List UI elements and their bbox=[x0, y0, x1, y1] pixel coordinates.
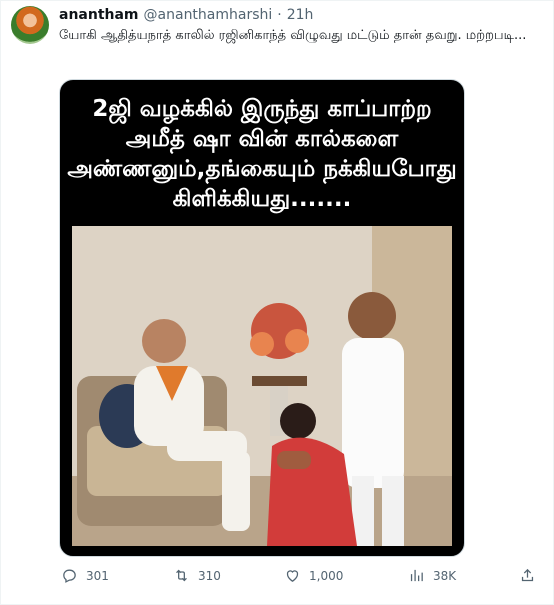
tweet-media[interactable]: 2ஜி வழக்கில் இருந்து காப்பாற்ற அமீத் ஷா … bbox=[59, 79, 465, 557]
views-button[interactable]: 38K bbox=[408, 567, 456, 584]
share-icon bbox=[521, 568, 534, 582]
retweet-icon bbox=[176, 569, 187, 582]
tweet-text: யோகி ஆதித்யநாத் காலில் ரஜினிகாந்த் விழுவ… bbox=[59, 28, 527, 43]
views-icon bbox=[410, 569, 423, 582]
tweet-timestamp[interactable]: 21h bbox=[287, 7, 314, 23]
image-caption: 2ஜி வழக்கில் இருந்து காப்பாற்ற அமீத் ஷா … bbox=[67, 96, 457, 212]
like-button[interactable]: 1,000 bbox=[284, 567, 343, 584]
tweet-actions: 301 310 1,000 38K bbox=[1, 567, 554, 589]
tweet-header: anantham @ananthamharshi · 21h bbox=[59, 7, 313, 27]
reply-icon bbox=[63, 569, 76, 583]
like-count: 1,000 bbox=[309, 568, 344, 583]
share-button[interactable] bbox=[519, 567, 536, 584]
reply-button[interactable]: 301 bbox=[61, 567, 109, 584]
retweet-button[interactable]: 310 bbox=[173, 567, 221, 584]
retweet-count: 310 bbox=[198, 568, 221, 583]
photo-illustration bbox=[72, 226, 452, 546]
embedded-photo bbox=[72, 226, 452, 546]
tweet-card[interactable]: anantham @ananthamharshi · 21h யோகி ஆதித… bbox=[0, 0, 554, 605]
reply-count: 301 bbox=[86, 568, 109, 583]
user-avatar[interactable] bbox=[11, 6, 49, 44]
author-handle[interactable]: @ananthamharshi bbox=[144, 7, 273, 23]
like-icon bbox=[286, 570, 299, 582]
author-name[interactable]: anantham bbox=[59, 7, 139, 23]
header-separator: · bbox=[277, 7, 282, 23]
views-count: 38K bbox=[433, 568, 457, 583]
